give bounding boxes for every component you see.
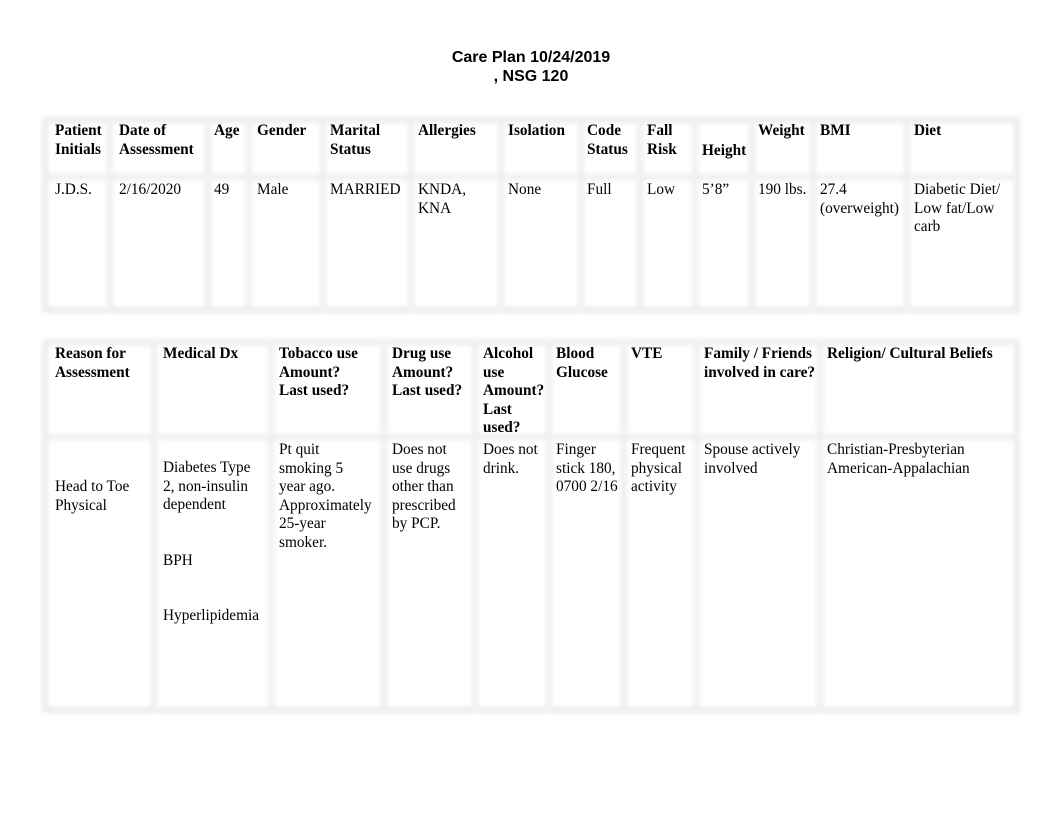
header-alcohol-use: Alcohol use Amount? Last used? (483, 345, 545, 436)
header-weight: Weight (758, 122, 805, 139)
cell-date-of-assessment: 2/16/2020 (119, 181, 182, 198)
header-code-status: Code Status (587, 122, 628, 158)
cell-family-friends: Spouse actively involved (704, 441, 801, 477)
header-date-of-assessment: Date of Assessment (119, 122, 194, 158)
header-bmi: BMI (820, 122, 851, 139)
cell-tobacco-use: Pt quit smoking 5 year ago. Approximatel… (279, 441, 372, 551)
header-age: Age (214, 122, 240, 139)
header-family-friends: Family / Friends involved in care? (704, 345, 816, 381)
header-fall-risk: Fall Risk (647, 122, 677, 158)
cell-drug-use: Does not use drugs other than prescribed… (392, 441, 456, 532)
cell-religion-cultural-beliefs: Christian-Presbyterian American-Appalach… (827, 441, 970, 477)
cell-alcohol-use: Does not drink. (483, 441, 538, 477)
header-medical-dx: Medical Dx (163, 345, 239, 362)
cell-age: 49 (214, 181, 230, 198)
header-isolation: Isolation (508, 122, 565, 139)
cell-blood-glucose: Finger stick 180, 0700 2/16 (556, 441, 618, 495)
header-tobacco-use: Tobacco use Amount? Last used? (279, 345, 358, 399)
header-blood-glucose: Blood Glucose (556, 345, 608, 381)
cell-gender: Male (257, 181, 289, 198)
cell-allergies: KNDA, KNA (418, 181, 467, 217)
header-gender: Gender (257, 122, 307, 139)
header-diet: Diet (914, 122, 942, 139)
cell-marital-status: MARRIED (330, 181, 401, 198)
cell-fall-risk: Low (647, 181, 676, 198)
cell-bmi: 27.4 (overweight) (820, 181, 900, 217)
header-patient-initials: Patient Initials (55, 122, 102, 158)
cell-reason-for-assessment: Head to Toe Physical (55, 478, 130, 514)
header-drug-use: Drug use Amount? Last used? (392, 345, 463, 399)
cell-isolation: None (508, 181, 542, 198)
cell-diet: Diabetic Diet/ Low fat/Low carb (914, 181, 1001, 235)
cell-code-status: Full (587, 181, 612, 198)
cell-patient-initials: J.D.S. (55, 181, 92, 198)
cell-medical-dx: Diabetes Type 2, non-insulin dependent B… (163, 459, 260, 624)
header-religion-cultural-beliefs: Religion/ Cultural Beliefs (827, 345, 993, 362)
header-vte: VTE (631, 345, 663, 362)
header-marital-status: Marital Status (330, 122, 381, 158)
header-height: Height (702, 142, 747, 159)
cell-vte: Frequent physical activity (631, 441, 686, 495)
cell-height: 5’8” (702, 181, 730, 198)
cell-weight: 190 lbs. (758, 181, 807, 198)
header-reason-for-assessment: Reason for Assessment (55, 345, 130, 381)
header-allergies: Allergies (418, 122, 476, 139)
